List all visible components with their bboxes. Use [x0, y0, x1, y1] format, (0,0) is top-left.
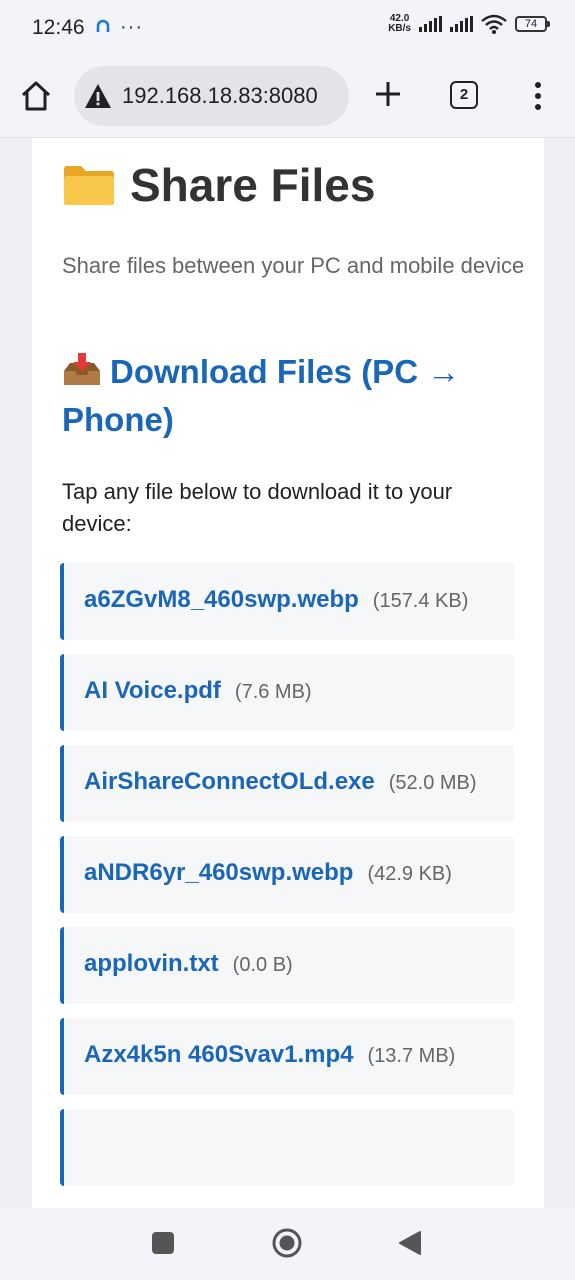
network-speed-unit: KB/s	[388, 23, 411, 34]
tab-switcher-button[interactable]: 2	[450, 81, 478, 109]
plus-icon	[376, 82, 400, 106]
status-time: 12:46	[32, 16, 85, 39]
back-triangle-icon	[399, 1231, 421, 1255]
file-link[interactable]: a6ZGvM8_460swp.webp	[84, 586, 359, 613]
file-size: (13.7 MB)	[367, 1045, 456, 1067]
signal-icon-sim1	[419, 16, 442, 32]
file-item[interactable]: aNDR6yr_460swp.webp (42.9 KB)	[60, 836, 514, 913]
file-item[interactable]: AirShareConnectOLd.exe (52.0 MB)	[60, 745, 514, 822]
home-button[interactable]	[18, 78, 54, 114]
instructions-text: Tap any file below to download it to you…	[62, 479, 453, 536]
file-list: a6ZGvM8_460swp.webp (157.4 KB) AI Voice.p…	[60, 563, 514, 1200]
section-heading: Download Files (PC → Phone)	[62, 348, 532, 444]
web-content[interactable]: Share Files Share files between your PC …	[0, 138, 575, 1208]
page-title: Share Files	[62, 158, 375, 212]
not-secure-warning-icon[interactable]	[84, 83, 112, 109]
home-circle-icon	[272, 1228, 302, 1258]
file-item-partial[interactable]	[60, 1109, 514, 1186]
browser-toolbar: 192.168.18.83:8080 2	[0, 62, 575, 138]
file-link[interactable]: AI Voice.pdf	[84, 677, 221, 704]
file-item[interactable]: Azx4k5n 460Svav1.mp4 (13.7 MB)	[60, 1018, 514, 1095]
more-vertical-icon	[535, 82, 541, 110]
notification-icons: ···	[96, 16, 143, 39]
file-size: (7.6 MB)	[234, 681, 312, 703]
content-card: Share Files Share files between your PC …	[32, 138, 544, 1208]
battery-icon: 74	[515, 16, 550, 32]
file-size: (157.4 KB)	[372, 590, 469, 612]
file-link[interactable]: AirShareConnectOLd.exe	[84, 768, 375, 795]
overflow-menu-button[interactable]	[526, 80, 550, 112]
file-link[interactable]: Azx4k5n 460Svav1.mp4	[84, 1041, 354, 1068]
file-item[interactable]: AI Voice.pdf (7.6 MB)	[60, 654, 514, 731]
page-title-text: Share Files	[130, 159, 376, 211]
home-nav-button[interactable]	[271, 1227, 303, 1259]
address-bar[interactable]: 192.168.18.83:8080	[74, 66, 349, 126]
wifi-icon	[481, 14, 507, 34]
folder-icon	[64, 166, 114, 205]
status-bar: 12:46 ··· 42.0 KB/s 74	[0, 0, 575, 62]
inbox-tray-icon	[64, 353, 100, 385]
file-size: (0.0 B)	[232, 954, 293, 976]
system-navigation-bar	[0, 1208, 575, 1280]
section-heading-text: Download Files (PC → Phone)	[62, 353, 461, 438]
app-notification-icon	[96, 17, 110, 39]
file-size: (42.9 KB)	[367, 863, 452, 885]
recents-button[interactable]	[152, 1232, 174, 1254]
url-text[interactable]: 192.168.18.83:8080	[122, 83, 318, 109]
file-item[interactable]: applovin.txt (0.0 B)	[60, 927, 514, 1004]
new-tab-button[interactable]	[370, 76, 406, 112]
network-speed: 42.0 KB/s	[388, 14, 411, 34]
file-link[interactable]: applovin.txt	[84, 950, 219, 977]
signal-icon-sim2	[450, 16, 473, 32]
more-notifications-icon: ···	[120, 16, 143, 38]
home-icon	[21, 81, 51, 111]
file-item[interactable]: a6ZGvM8_460swp.webp (157.4 KB)	[60, 563, 514, 640]
file-link[interactable]: aNDR6yr_460swp.webp	[84, 859, 353, 886]
back-button[interactable]	[398, 1230, 422, 1256]
file-size: (52.0 MB)	[388, 772, 477, 794]
system-indicators: 42.0 KB/s 74	[388, 14, 550, 34]
page-subtitle: Share files between your PC and mobile d…	[62, 253, 525, 278]
